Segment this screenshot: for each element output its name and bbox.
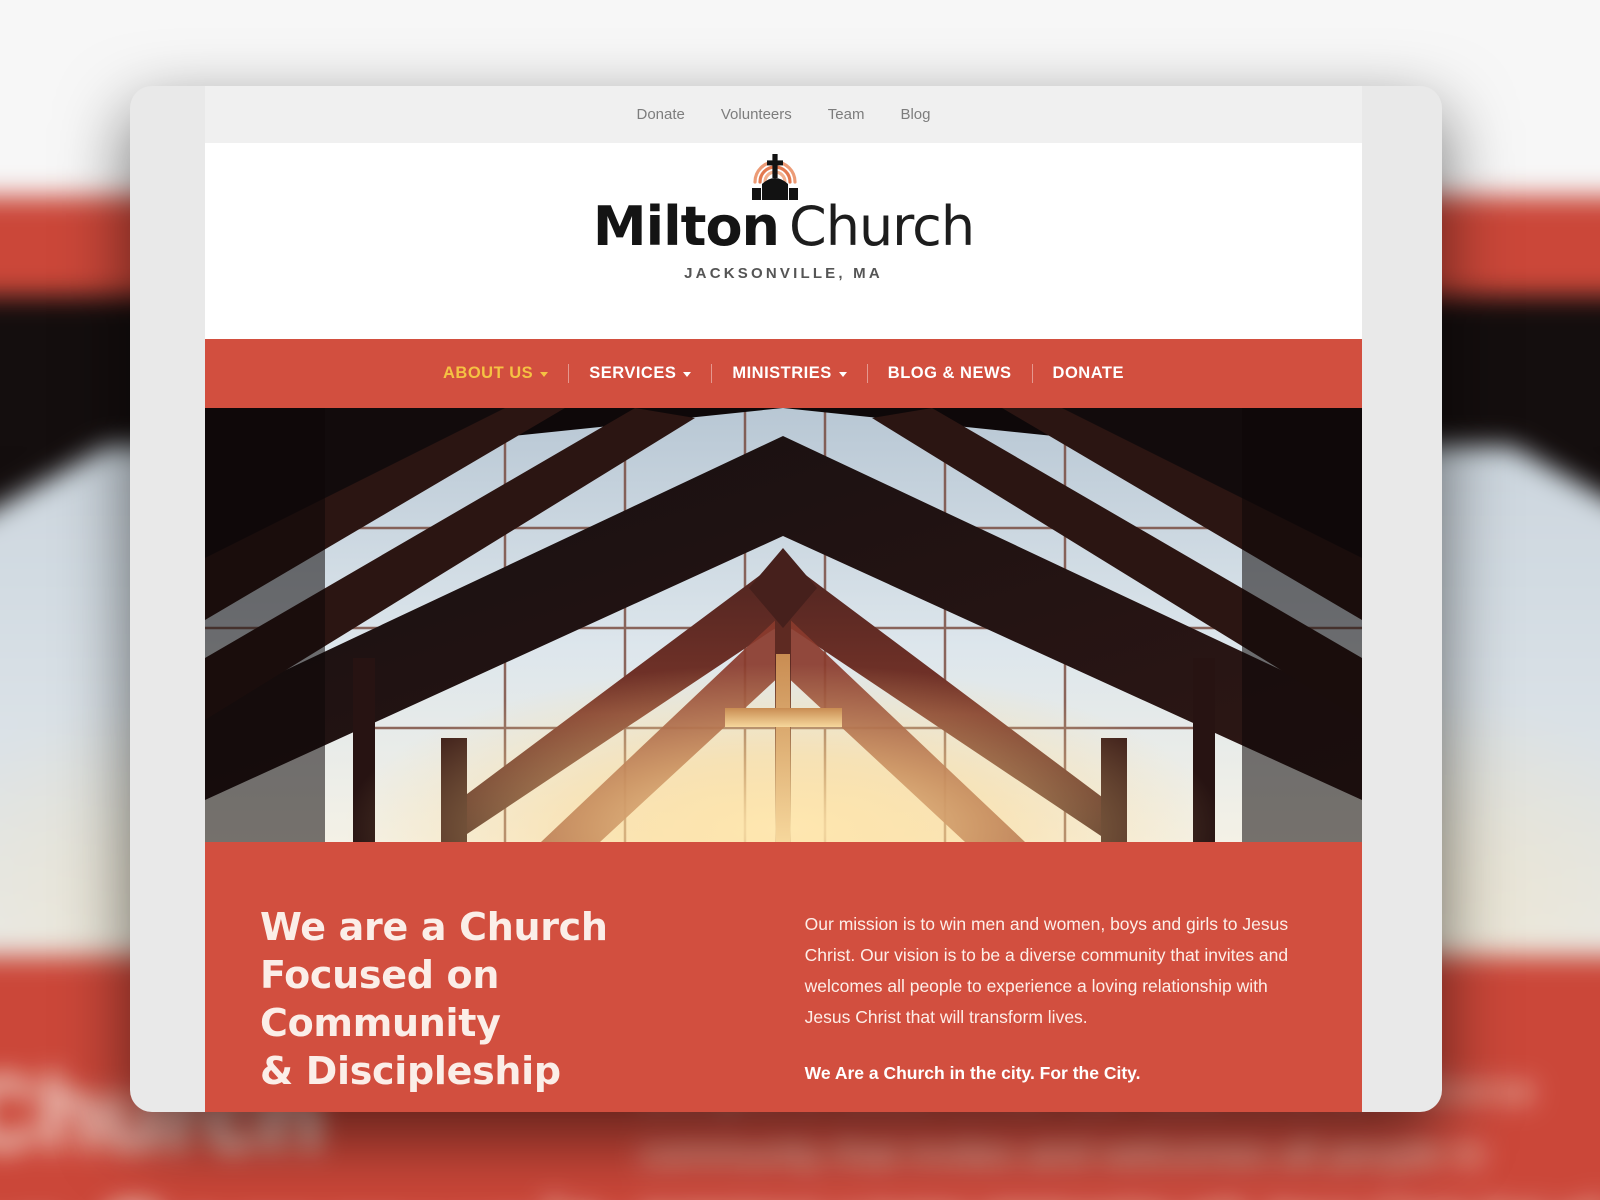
- topbar-link-team[interactable]: Team: [828, 106, 865, 123]
- nav-item-about-us[interactable]: ABOUT US: [423, 364, 568, 383]
- content-tagline: We Are a Church in the city. For the Cit…: [804, 1062, 1141, 1083]
- chevron-down-icon: [838, 372, 847, 377]
- mission-statement: Our mission is to win men and women, boy…: [804, 914, 1289, 1028]
- logo-location-tagline: JACKSONVILLE, MA: [684, 265, 883, 282]
- nav-item-donate[interactable]: DONATE: [1033, 364, 1144, 383]
- topbar-link-volunteers[interactable]: Volunteers: [721, 106, 792, 123]
- utility-topbar: Donate Volunteers Team Blog: [205, 86, 1362, 143]
- site-logo[interactable]: Milton Church: [592, 154, 975, 258]
- church-cross-radiating-icon: [746, 142, 804, 200]
- nav-label-donate: DONATE: [1052, 364, 1124, 382]
- logo-text-primary: Milton: [592, 195, 780, 258]
- nav-item-blog-and-news[interactable]: BLOG & NEWS: [868, 364, 1032, 383]
- topbar-link-donate[interactable]: Donate: [637, 106, 685, 123]
- logo-text-secondary: Church: [789, 195, 975, 258]
- nav-label-blog-and-news: BLOG & NEWS: [887, 364, 1012, 382]
- browser-window: Donate Volunteers Team Blog Milton Churc…: [130, 86, 1442, 1112]
- page-title-line-1: We are a Church: [260, 905, 608, 949]
- content-body-column: Our mission is to win men and women, boy…: [805, 904, 1304, 1096]
- nav-item-services[interactable]: SERVICES: [569, 364, 711, 383]
- page-title: We are a Church Focused on Community & D…: [260, 904, 751, 1096]
- page-title-line-2: Focused on Community: [260, 952, 501, 1045]
- logo-band: Milton Church JACKSONVILLE, MA: [205, 143, 1362, 339]
- page-title-line-3: & Discipleship: [260, 1048, 561, 1093]
- nav-item-ministries[interactable]: MINISTRIES: [712, 364, 866, 383]
- nav-label-about-us: ABOUT US: [443, 364, 534, 382]
- nav-label-ministries: MINISTRIES: [732, 364, 832, 382]
- nav-list: ABOUT US SERVICES MINISTRIES BLOG & NEWS: [423, 364, 1144, 383]
- page-viewport: Donate Volunteers Team Blog Milton Churc…: [205, 86, 1362, 1112]
- content-band: We are a Church Focused on Community & D…: [205, 842, 1362, 1112]
- main-navigation: ABOUT US SERVICES MINISTRIES BLOG & NEWS: [205, 339, 1362, 408]
- chevron-down-icon: [683, 372, 692, 377]
- topbar-link-blog[interactable]: Blog: [900, 106, 930, 123]
- hero-image: [205, 408, 1362, 842]
- content-heading-column: We are a Church Focused on Community & D…: [260, 904, 751, 1096]
- nav-label-services: SERVICES: [589, 364, 677, 382]
- chevron-down-icon: [540, 372, 549, 377]
